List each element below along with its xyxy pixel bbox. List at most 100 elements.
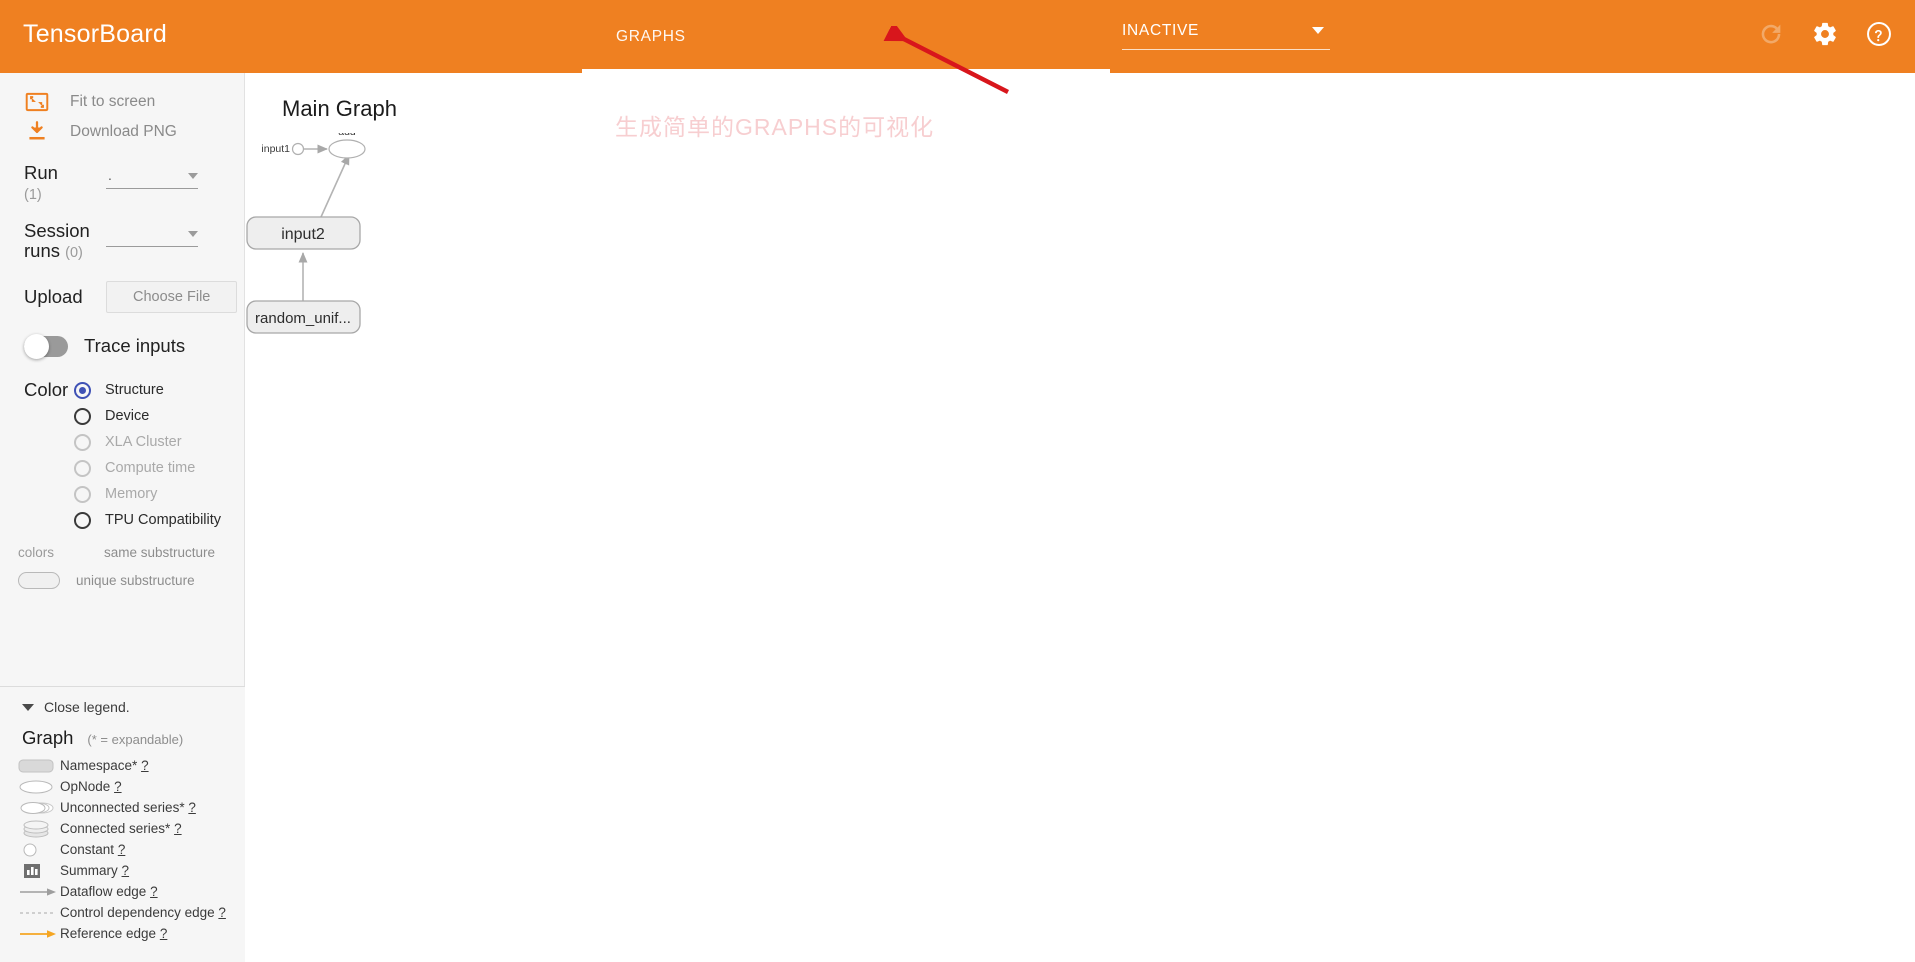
- color-option-memory[interactable]: Memory: [74, 481, 244, 507]
- legend-label-text: OpNode: [60, 779, 111, 794]
- fit-to-screen-label: Fit to screen: [70, 93, 156, 110]
- help-link[interactable]: ?: [118, 842, 126, 857]
- color-option-label: Compute time: [105, 460, 196, 476]
- color-option-compute-time[interactable]: Compute time: [74, 455, 244, 481]
- legend-item-label: Namespace* ?: [60, 758, 149, 773]
- substructure-unique-label: unique substructure: [76, 573, 195, 588]
- color-section: Color Structure Device XLA Cluster Compu…: [0, 377, 244, 589]
- color-option-label: Structure: [105, 382, 164, 398]
- close-legend-button[interactable]: Close legend.: [22, 699, 245, 715]
- graph-canvas-area[interactable]: Main Graph 生成简单的GRAPHS的可视化 input1 add in: [245, 73, 1915, 962]
- legend-label-text: Constant: [60, 842, 115, 857]
- tab-graphs[interactable]: GRAPHS: [582, 0, 720, 73]
- page-title: Main Graph: [282, 96, 397, 121]
- graph-legend-panel: Close legend. Graph (* = expandable) Nam…: [0, 686, 245, 962]
- legend-item-label: Connected series* ?: [60, 821, 182, 836]
- run-label-text: Run: [24, 162, 58, 183]
- upload-field: Upload Choose File: [24, 281, 244, 313]
- radio-icon: [74, 407, 91, 425]
- reference-edge-icon: [18, 927, 60, 941]
- toggle-switch-icon: [24, 333, 68, 359]
- help-link[interactable]: ?: [174, 821, 182, 836]
- graph-node-add-label: add: [338, 133, 356, 138]
- opnode-icon: [18, 779, 60, 795]
- substructure-same-label: same substructure: [104, 545, 216, 560]
- radio-icon: [74, 511, 91, 529]
- legend-item-connected-series: Connected series* ?: [18, 818, 245, 839]
- close-legend-label: Close legend.: [44, 699, 130, 715]
- session-runs-count: (0): [65, 245, 83, 261]
- help-link[interactable]: ?: [141, 758, 149, 773]
- legend-label-text: Reference edge: [60, 926, 157, 941]
- help-link[interactable]: ?: [160, 926, 168, 941]
- session-runs-field: Session runs (0): [24, 221, 244, 263]
- graph-node-input2-label: input2: [281, 226, 325, 243]
- run-count: (1): [24, 187, 42, 203]
- unconnected-series-icon: [18, 800, 60, 816]
- run-dropdown[interactable]: .: [106, 167, 198, 189]
- fit-to-screen-icon: [24, 89, 50, 115]
- legend-label-text: Unconnected series*: [60, 800, 185, 815]
- graph-node-random-uniform-label: random_unif...: [255, 310, 351, 327]
- help-link[interactable]: ?: [114, 779, 122, 794]
- legend-item-label: Control dependency edge ?: [60, 905, 226, 920]
- download-png-button[interactable]: Download PNG: [24, 117, 244, 147]
- legend-title: Graph: [22, 727, 74, 748]
- help-link[interactable]: ?: [188, 800, 196, 815]
- substructure-swatch-icon: [18, 572, 60, 589]
- top-app-bar: TensorBoard GRAPHS INACTIVE: [0, 0, 1915, 73]
- gear-icon[interactable]: [1811, 20, 1839, 48]
- legend-item-summary: Summary ?: [18, 860, 245, 881]
- color-option-structure[interactable]: Structure: [74, 377, 244, 403]
- graph-controls-sidebar: Fit to screen Download PNG Run (1) . Ses…: [0, 73, 245, 962]
- color-option-label: TPU Compatibility: [105, 512, 222, 528]
- choose-file-button[interactable]: Choose File: [106, 281, 238, 313]
- download-png-icon: [24, 119, 50, 145]
- inactive-dashboards-select[interactable]: INACTIVE: [1122, 22, 1330, 50]
- constant-icon: [18, 842, 60, 858]
- color-option-xla-cluster[interactable]: XLA Cluster: [74, 429, 244, 455]
- chevron-down-icon: [188, 231, 198, 237]
- graph-node-add: [328, 139, 366, 159]
- topbar-icons: [1757, 20, 1893, 48]
- color-radio-group: Structure Device XLA Cluster Compute tim…: [74, 377, 244, 533]
- color-label: Color: [24, 379, 69, 400]
- summary-icon: [18, 862, 60, 880]
- graph-node-input1: [291, 142, 305, 156]
- control-dependency-edge-icon: [18, 906, 60, 920]
- session-runs-dropdown[interactable]: [106, 225, 198, 247]
- radio-icon: [74, 381, 91, 399]
- run-label: Run (1): [24, 163, 106, 205]
- help-link[interactable]: ?: [218, 905, 226, 920]
- graph-edge-input2-add: [320, 154, 350, 218]
- color-option-label: Memory: [105, 486, 158, 502]
- legend-item-label: Dataflow edge ?: [60, 884, 158, 899]
- refresh-icon[interactable]: [1757, 20, 1785, 48]
- main-graph[interactable]: input1 add input2 random_unif...: [245, 126, 645, 458]
- radio-icon: [74, 459, 91, 477]
- color-option-tpu-compatibility[interactable]: TPU Compatibility: [74, 507, 244, 533]
- namespace-icon: [18, 758, 60, 774]
- legend-subtitle: (* = expandable): [87, 732, 184, 747]
- trace-inputs-toggle[interactable]: Trace inputs: [24, 333, 244, 359]
- trace-inputs-label: Trace inputs: [84, 335, 186, 356]
- color-option-label: Device: [105, 408, 150, 424]
- graph-node-input1-label: input1: [261, 143, 290, 155]
- legend-label-text: Summary: [60, 863, 118, 878]
- download-png-label: Download PNG: [70, 123, 177, 140]
- color-option-label: XLA Cluster: [105, 434, 182, 450]
- dataflow-edge-icon: [18, 885, 60, 899]
- fit-to-screen-button[interactable]: Fit to screen: [24, 87, 244, 117]
- legend-item-namespace: Namespace* ?: [18, 755, 245, 776]
- color-option-device[interactable]: Device: [74, 403, 244, 429]
- substructure-colors-label: colors: [18, 545, 55, 560]
- help-icon[interactable]: [1865, 20, 1893, 48]
- chevron-down-icon: [1312, 27, 1324, 34]
- legend-header: Graph (* = expandable): [22, 727, 245, 749]
- legend-item-constant: Constant ?: [18, 839, 245, 860]
- run-field: Run (1) .: [24, 163, 244, 205]
- help-link[interactable]: ?: [122, 863, 130, 878]
- legend-item-label: Unconnected series* ?: [60, 800, 196, 815]
- legend-item-label: Reference edge ?: [60, 926, 167, 941]
- help-link[interactable]: ?: [150, 884, 158, 899]
